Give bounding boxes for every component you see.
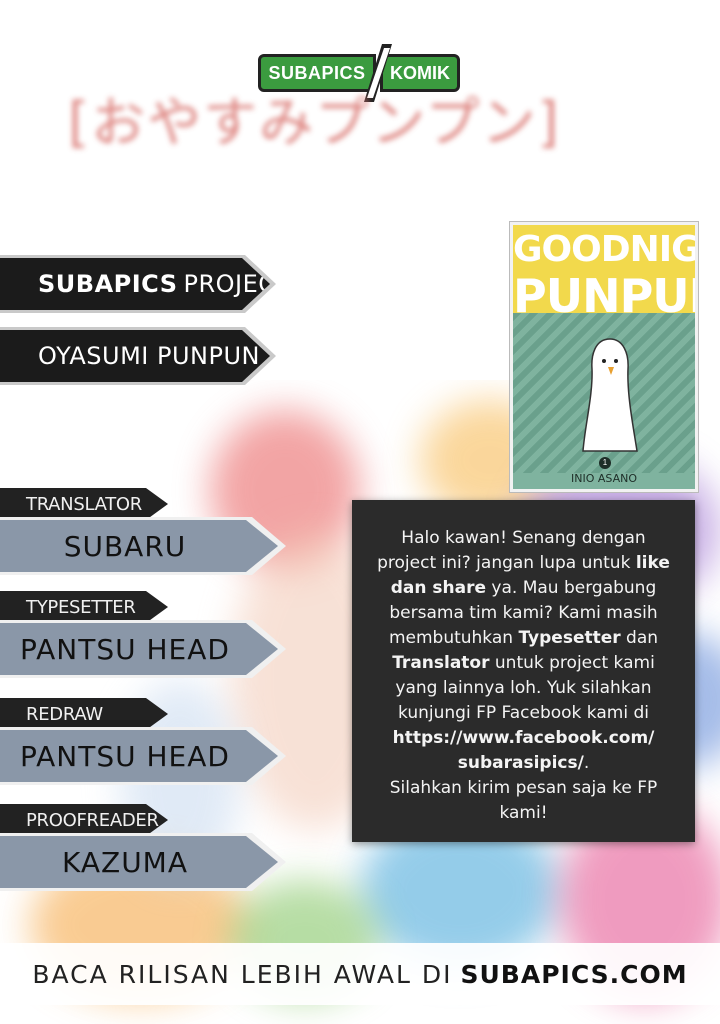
project-banner-bold: SUBAPICS	[38, 270, 178, 298]
role-translator: TRANSLATOR	[0, 488, 168, 520]
role-typesetter: TYPESETTER	[0, 591, 168, 623]
name-translator: SUBARU	[0, 520, 278, 572]
name-box-typesetter: PANTSU HEAD	[0, 620, 286, 678]
facebook-link[interactable]: https://www.facebook.com/ subarasipics/	[393, 728, 655, 773]
message-text: dan	[620, 628, 659, 648]
name-proofreader: KAZUMA	[0, 836, 278, 888]
message-bold-translator: Translator	[392, 653, 490, 673]
footer-banner: BACA RILISAN LEBIH AWAL DI SUBAPICS.COM	[0, 943, 720, 1005]
volume-badge: 1	[599, 457, 611, 469]
name-typesetter: PANTSU HEAD	[0, 623, 278, 675]
japanese-title: [おやすみプンプン]	[68, 91, 561, 154]
name-box-proofreader: KAZUMA	[0, 833, 286, 891]
name-box-translator: SUBARU	[0, 517, 286, 575]
title-banner-text: OYASUMI PUNPUN	[38, 342, 260, 370]
name-box-redraw: PANTSU HEAD	[0, 727, 286, 785]
role-proofreader: PROOFREADER	[0, 804, 168, 836]
message-text: Halo kawan! Senang dengan project ini? j…	[377, 528, 646, 573]
footer-text: BACA RILISAN LEBIH AWAL DI	[32, 959, 453, 989]
message-bold-typesetter: Typesetter	[518, 628, 621, 648]
punpun-bird-icon	[582, 338, 638, 452]
message-text: .	[583, 753, 590, 773]
recruitment-message: Halo kawan! Senang dengan project ini? j…	[352, 500, 695, 842]
title-banner: OYASUMI PUNPUN	[0, 330, 270, 382]
project-banner: SUBAPICS PROJECT	[0, 258, 270, 310]
cover-title-line1: GOODNIGHT	[513, 229, 698, 270]
role-redraw: REDRAW	[0, 698, 168, 730]
name-redraw: PANTSU HEAD	[0, 730, 278, 782]
manga-cover: GOODNIGHT PUNPUN 1 INIO ASANO	[510, 222, 698, 492]
message-closing: Silahkan kirim pesan saja ke FP kami!	[389, 778, 658, 823]
footer-site-link[interactable]: SUBAPICS.COM	[461, 960, 688, 989]
cover-author: INIO ASANO	[571, 472, 637, 485]
